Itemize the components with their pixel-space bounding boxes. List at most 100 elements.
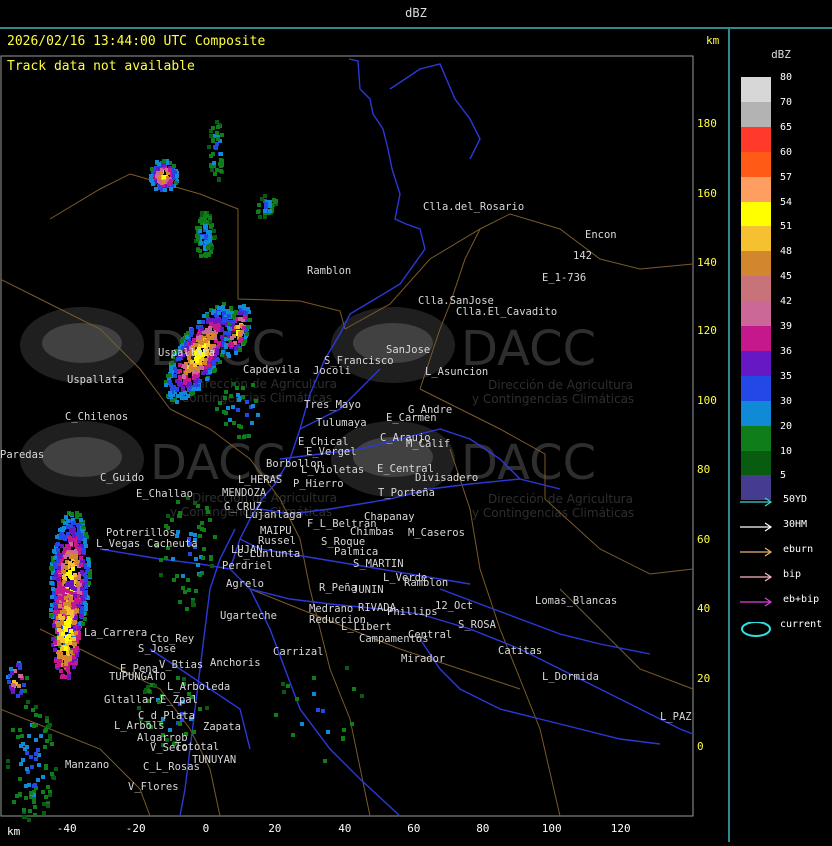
y-tick-label: 140 [697,256,717,269]
echo-pixel [221,350,225,354]
echo-pixel [210,564,214,568]
place-label: Perdriel [222,560,273,572]
echo-pixel [163,188,167,192]
echo-pixel [168,373,172,377]
echo-pixel [64,621,68,625]
echo-pixel [281,682,285,686]
echo-pixel [218,401,222,405]
track-arrow-icon [740,597,773,607]
echo-pixel [62,588,66,592]
echo-pixel [55,535,59,539]
place-label: P_Hierro [293,478,344,490]
echo-pixel [79,556,83,560]
place-label: M_Caseros [408,527,465,539]
echo-pixel [156,171,160,175]
echo-pixel [68,570,72,574]
place-label: Palmica [334,546,378,558]
echo-pixel [232,382,236,386]
echo-pixel [65,553,69,557]
echo-pixel [74,631,78,635]
echo-pixel [268,200,272,204]
place-label: Russel [258,535,296,547]
echo-pixel [238,348,242,352]
echo-pixel [66,667,70,671]
place-label: L_Dormida [542,671,599,683]
echo-pixel [77,536,81,540]
echo-pixel [213,172,217,176]
echo-pixel [74,555,78,559]
echo-pixel [194,589,198,593]
place-label: Uspallata [158,347,215,359]
echo-pixel [178,369,182,373]
echo-pixel [268,204,272,208]
echo-pixel [16,735,20,739]
echo-pixel [34,738,38,742]
echo-pixel [247,434,251,438]
echo-pixel [216,137,220,141]
echo-pixel [8,674,12,678]
echo-pixel [12,800,16,804]
echo-pixel [38,714,42,718]
echo-pixel [11,683,15,687]
echo-pixel [75,646,79,650]
legend-swatch [741,251,771,277]
place-label: L_Arboleda [167,681,230,693]
echo-pixel [87,563,91,567]
place-label: TUPUNGATO [109,671,166,683]
echo-pixel [168,168,172,172]
echo-pixel [202,314,206,318]
echo-pixel [212,229,216,233]
echo-pixel [300,722,304,726]
echo-pixel [75,511,79,515]
legend-swatch-label: 54 [780,196,793,208]
echo-pixel [204,339,208,343]
echo-pixel [34,713,38,717]
echo-pixel [237,398,241,402]
echo-pixel [68,641,72,645]
echo-pixel [175,387,179,391]
echo-pixel [263,215,267,219]
echo-pixel [203,370,207,374]
echo-pixel [183,391,187,395]
echo-pixel [34,757,38,761]
legend-swatch-label: 51 [780,221,793,233]
radar-map[interactable]: DACC Dirección de Agricultura y Continge… [0,29,729,842]
echo-pixel [237,435,241,439]
echo-pixel [54,573,58,577]
track-arrow-icon [740,522,773,532]
place-label: SanJose [386,344,430,356]
echo-pixel [22,808,26,812]
echo-pixel [34,752,38,756]
radar-map-canvas[interactable]: DACC Dirección de Agricultura y Continge… [0,29,729,842]
window-title-bar: dBZ [0,0,832,28]
track-arrow-icon [740,572,773,582]
echo-pixel [73,594,77,598]
echo-pixel [54,767,58,771]
echo-pixel [64,662,68,666]
place-label: Gltallar [104,694,155,706]
echo-pixel [360,694,364,698]
echo-pixel [72,534,76,538]
echo-pixel [55,659,59,663]
echo-pixel [170,361,174,365]
echo-pixel [223,396,227,400]
legend-swatch-label: 80 [780,72,793,83]
echo-pixel [198,229,202,233]
legend-swatch [741,326,771,351]
echo-pixel [27,734,31,738]
place-label: L_Vegas [96,538,140,550]
echo-pixel [256,210,260,214]
echo-pixel [33,813,37,817]
watermark-line1: Dirección de Agricultura [488,492,633,506]
echo-pixel [178,514,182,518]
echo-pixel [169,179,173,183]
echo-pixel [86,557,90,561]
place-label: Clla.El_Cavadito [456,306,557,318]
place-label: M_Calif [406,438,450,450]
place-label: 12_Oct [435,600,473,612]
echo-pixel [31,708,35,712]
echo-pixel [213,535,217,539]
place-label: MENDOZA [222,487,267,499]
echo-pixel [176,394,180,398]
current-ellipse-icon [741,622,771,637]
